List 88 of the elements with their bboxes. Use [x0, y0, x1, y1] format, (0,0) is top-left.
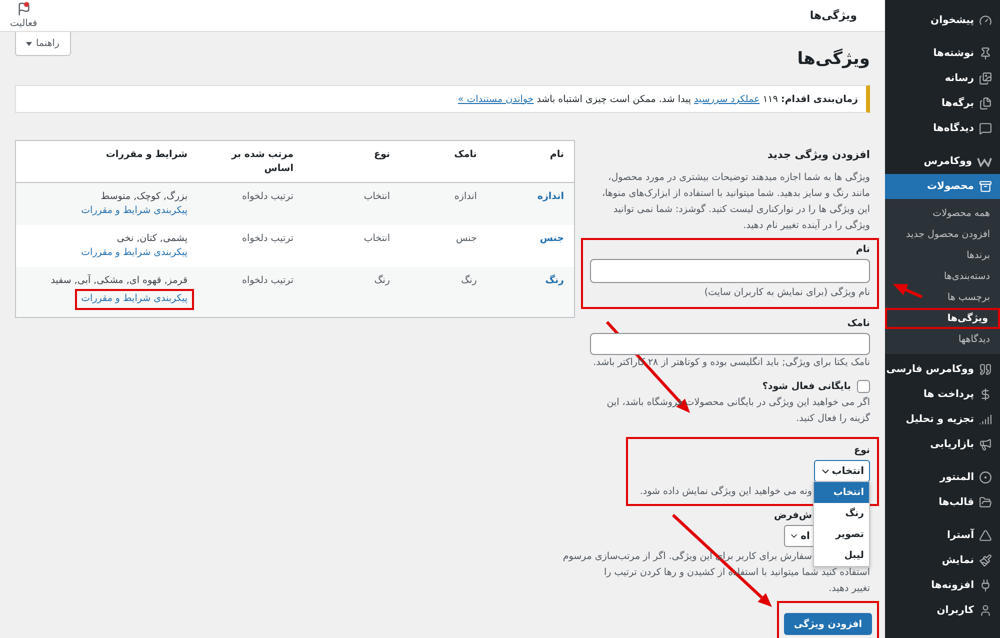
form-description: ویژگی ها به شما اجازه میدهند توضیحات بیشتری در مورد محصول، مانند رنگ و سایز بدهید. شما میتوانید با استفاده از ابزارک‌های منوها، این ویژگی ها را در نوارکناری لیست کنید. گوشزد: شما نمی توانید ویژگی را در آینده تغییر نام دهید. [600, 170, 870, 233]
menu-item[interactable]: بازاریابی [885, 432, 1000, 457]
menu-item[interactable]: پرداخت ها [885, 382, 1000, 407]
menu-item[interactable]: رسانه [885, 66, 1000, 91]
pin-icon [979, 47, 992, 60]
terms-text: پشمی, کتان, نخی [116, 232, 188, 246]
field-hint: ونه می خواهید این ویژگی نمایش داده شود. [640, 484, 812, 499]
table-cell: جنس [400, 225, 487, 267]
menu-item[interactable]: کاربران [885, 598, 1000, 623]
attribute-name-link[interactable]: جنس [540, 233, 564, 244]
page-title: ویژگی‌ها [797, 48, 870, 71]
plug-icon [979, 579, 992, 592]
name-field[interactable] [590, 259, 870, 283]
terms-text: بزرگ, کوچک, متوسط [100, 190, 188, 204]
menu-item[interactable]: آسترا [885, 523, 1000, 548]
form-title: افزودن ویژگی جدید [766, 148, 870, 162]
archive-checkbox[interactable] [857, 380, 870, 393]
notice-link[interactable]: خواندن مستندات » [458, 94, 534, 104]
menu-item[interactable]: ووکامرس فارسی [885, 357, 1000, 382]
user-icon [979, 604, 992, 617]
field-label: نامک [846, 318, 870, 330]
comment-icon [979, 122, 992, 135]
attribute-name-link[interactable]: اندازه [537, 191, 564, 202]
megaphone-icon [979, 438, 992, 451]
pages-icon [979, 97, 992, 110]
slug-field[interactable] [590, 333, 870, 355]
configure-terms-link[interactable]: پیکربندی شرایط و مقررات [81, 293, 188, 304]
submenu-item[interactable]: دسته‌بندی‌ها [944, 270, 1000, 283]
circle-icon [979, 471, 992, 484]
table-cell: انتخاب [304, 182, 400, 225]
menu-item[interactable]: المنتور [885, 465, 1000, 490]
attribute-name-link[interactable]: رنگ [545, 275, 564, 286]
configure-terms-link[interactable]: پیکربندی شرایط و مقررات [81, 204, 188, 218]
type-select[interactable]: انتخاب [814, 460, 870, 482]
menu-item[interactable]: پیشخوان [885, 8, 1000, 33]
menu-item[interactable]: افزونه‌ها [885, 573, 1000, 598]
submenu-item[interactable]: ویژگی‌ها [947, 312, 998, 325]
folder-icon [979, 496, 992, 509]
submenu-item[interactable]: برندها [966, 249, 1000, 262]
table-cell: انتخاب [304, 225, 400, 267]
bar-chart-icon [979, 413, 992, 426]
terms-text: قرمز, قهوه ای, مشکی, آبی, سفید [50, 274, 188, 288]
notice-text: زمان‌بندی اقدام: ۱۱۹ عملکرد سررسید پیدا شد. ممکن است چیزی اشتباه باشد خواندن مستندات » [15, 85, 870, 113]
caret-icon [26, 42, 32, 46]
dropdown-option[interactable]: رنگ [814, 503, 869, 524]
table-cell: ترتیب دلخواه [198, 182, 304, 225]
menu-item[interactable]: قالب‌ها [885, 490, 1000, 515]
field-label: نام [854, 244, 870, 256]
sort-select[interactable]: اه [784, 525, 814, 547]
help-button[interactable]: راهنما [15, 32, 70, 56]
dropdown-option[interactable]: تصویر [814, 524, 869, 545]
dropdown-option[interactable]: لیبل [814, 545, 869, 566]
add-attribute-button[interactable]: افزودن ویژگی [784, 613, 872, 635]
table-cell: ترتیب دلخواه [198, 267, 304, 318]
table-cell: ترتیب دلخواه [198, 225, 304, 267]
menu-item[interactable]: نمایش [885, 548, 1000, 573]
menu-item[interactable]: نوشته‌ها [885, 41, 1000, 66]
activity-button[interactable]: فعالیت [8, 0, 40, 31]
dropdown-option[interactable]: انتخاب [814, 482, 869, 503]
menu-item[interactable]: محصولات [885, 174, 1000, 199]
brush-icon [979, 554, 992, 567]
field-hint: نام ویژگی (برای نمایش به کاربران سایت) [703, 286, 870, 300]
configure-terms-link[interactable]: پیکربندی شرایط و مقررات [81, 246, 188, 260]
submenu-item[interactable]: افزودن محصول جدید [906, 228, 1000, 241]
field-label: نوع [852, 445, 870, 457]
images-icon [979, 72, 992, 85]
field-label: ش‌فرض [774, 510, 812, 522]
table-cell: رنگ [400, 267, 487, 318]
menu-item[interactable]: تجزیه و تحلیل [885, 407, 1000, 432]
triangle-icon [979, 529, 992, 542]
menu-item[interactable]: دیدگاه‌ها [885, 116, 1000, 141]
checkbox-label: بایگانی فعال شود؟ [762, 381, 851, 392]
menu-item[interactable]: برگه‌ها [885, 91, 1000, 116]
notification-dot [24, 2, 29, 7]
archive-icon [979, 180, 992, 193]
table-cell: اندازه [400, 182, 487, 225]
submenu-item[interactable]: همه محصولات [932, 207, 1000, 220]
table-cell: رنگ [304, 267, 400, 318]
gauge-icon [979, 14, 992, 27]
flag-icon [16, 2, 31, 16]
submenu-item[interactable]: دیدگاهها [958, 333, 1000, 346]
notice-link[interactable]: عملکرد سررسید [694, 94, 760, 104]
header-title: ویژگی‌ها [810, 9, 857, 22]
submenu-item[interactable]: برچسب ها [948, 291, 1000, 304]
menu-item[interactable]: ووکامرس [885, 149, 1000, 174]
w-logo-icon [977, 156, 992, 166]
quote-icon [979, 363, 992, 376]
dollar-icon [979, 388, 992, 401]
